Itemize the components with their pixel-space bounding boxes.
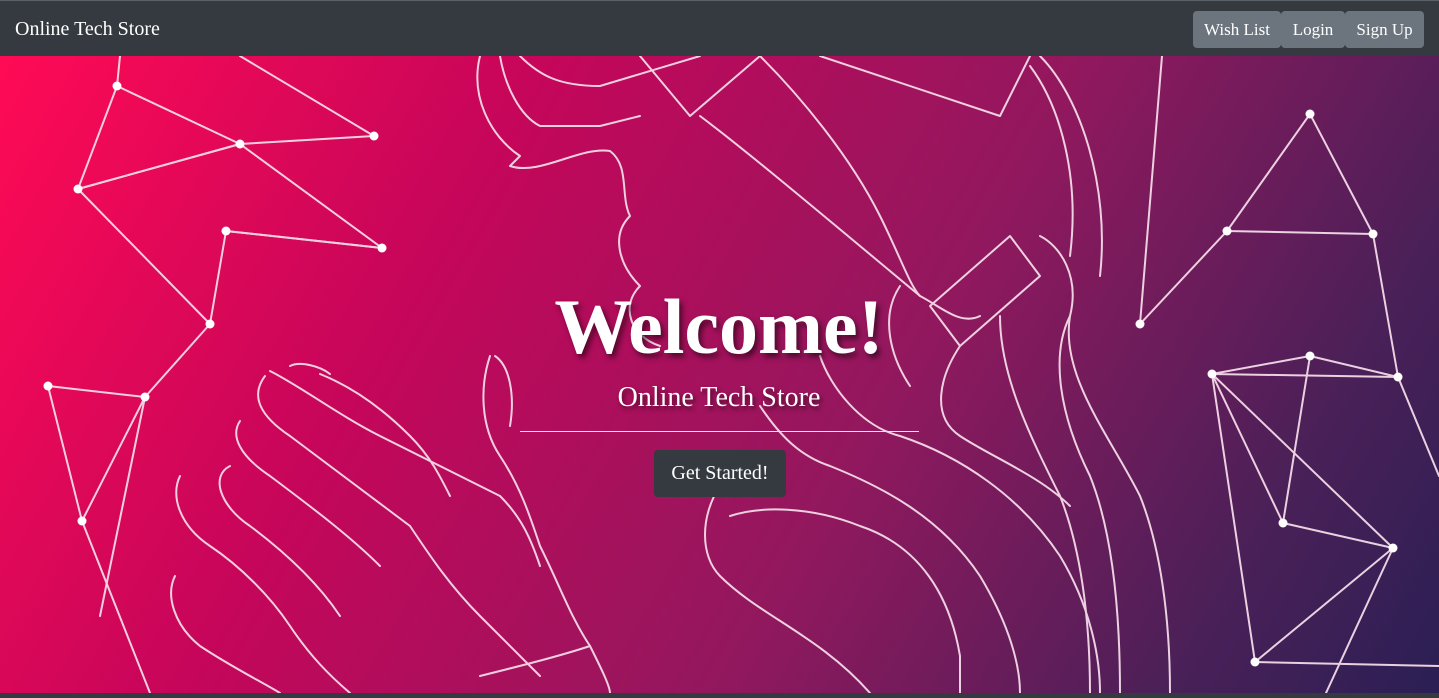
login-button[interactable]: Login: [1281, 11, 1345, 48]
brand-link[interactable]: Online Tech Store: [15, 16, 160, 42]
hero-section: Welcome! Online Tech Store Get Started!: [0, 56, 1439, 693]
hero-background-illustration: [43, 56, 1439, 693]
hero-divider: [520, 431, 919, 432]
hero-title: Welcome!: [554, 283, 884, 370]
hero-subtitle: Online Tech Store: [617, 382, 821, 413]
page-bottom-edge: [0, 693, 1439, 698]
get-started-button[interactable]: Get Started!: [654, 450, 786, 497]
sign-up-button[interactable]: Sign Up: [1345, 11, 1424, 48]
wish-list-button[interactable]: Wish List: [1193, 11, 1281, 48]
top-navbar: Online Tech Store Wish List Login Sign U…: [0, 0, 1439, 56]
